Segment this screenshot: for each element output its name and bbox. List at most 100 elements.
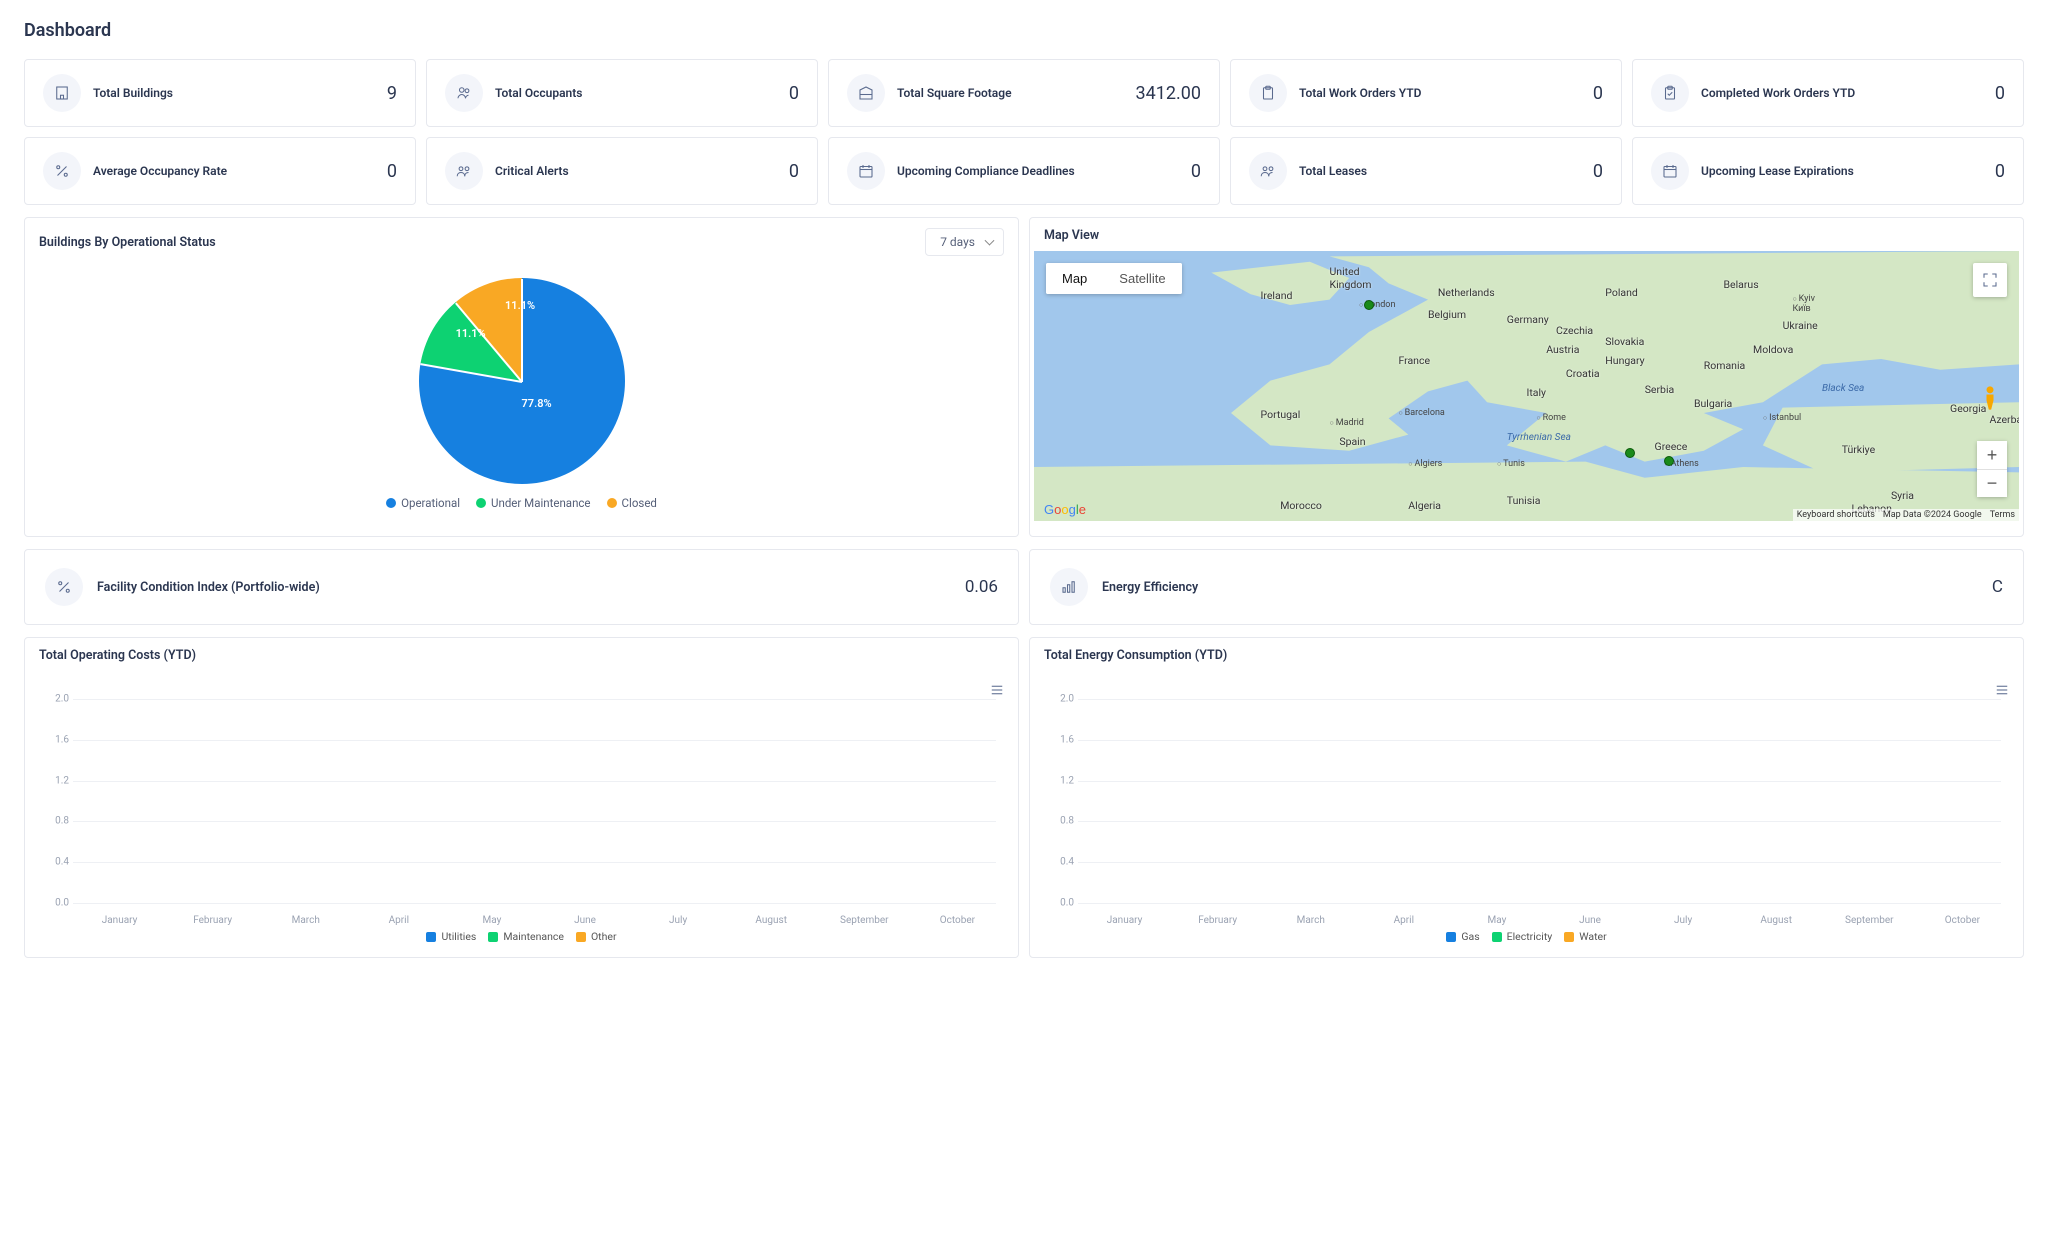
legend-item[interactable]: Operational bbox=[386, 496, 460, 510]
range-select[interactable]: 7 days bbox=[925, 228, 1004, 256]
map-attribution: Map Data ©2024 Google bbox=[1883, 510, 1982, 520]
kpi-label: Total Buildings bbox=[93, 86, 375, 100]
calendar-icon bbox=[847, 152, 885, 190]
panel-operating-costs: Total Operating Costs (YTD) 0.00.40.81.2… bbox=[24, 637, 1019, 958]
legend-item[interactable]: Utilities bbox=[426, 930, 476, 943]
y-tick: 0.8 bbox=[43, 816, 69, 827]
legend-item[interactable]: Maintenance bbox=[488, 930, 564, 943]
kpi-value: 0 bbox=[387, 161, 397, 182]
x-tick: March bbox=[259, 915, 352, 926]
kpi-value: 3412.00 bbox=[1136, 83, 1201, 104]
gauge-icon bbox=[1050, 568, 1088, 606]
kpi-label: Total Work Orders YTD bbox=[1299, 86, 1581, 100]
map-marker[interactable] bbox=[1364, 300, 1374, 310]
x-tick: August bbox=[1730, 915, 1823, 926]
map-view[interactable]: Map Satellite + − IrelandUnitedKingdomNe… bbox=[1034, 251, 2019, 521]
kpi-value: 0 bbox=[1191, 161, 1201, 182]
kpi-label: Critical Alerts bbox=[495, 164, 777, 178]
stat-label: Facility Condition Index (Portfolio-wide… bbox=[97, 580, 951, 595]
legend-item[interactable]: Closed bbox=[607, 496, 657, 510]
kpi-card-work-orders-ytd[interactable]: Total Work Orders YTD0 bbox=[1230, 59, 1622, 127]
kpi-card-lease-expirations[interactable]: Upcoming Lease Expirations 0 bbox=[1632, 137, 2024, 205]
y-tick: 2.0 bbox=[43, 694, 69, 705]
kpi-card-avg-occupancy[interactable]: Average Occupancy Rate0 bbox=[24, 137, 416, 205]
x-tick: September bbox=[1823, 915, 1916, 926]
kpi-card-total-leases[interactable]: Total Leases0 bbox=[1230, 137, 1622, 205]
fullscreen-button[interactable] bbox=[1973, 263, 2007, 297]
calendar-icon bbox=[1651, 152, 1689, 190]
map-type-map[interactable]: Map bbox=[1046, 263, 1103, 294]
panel-title: Buildings By Operational Status bbox=[39, 235, 216, 250]
kpi-value: 0 bbox=[1995, 161, 2005, 182]
streetview-pegman[interactable] bbox=[1973, 381, 2007, 415]
kpi-label: Upcoming Compliance Deadlines bbox=[897, 164, 1179, 178]
x-tick: July bbox=[632, 915, 725, 926]
stat-label: Energy Efficiency bbox=[1102, 580, 1978, 595]
x-tick: January bbox=[73, 915, 166, 926]
panel-energy-efficiency: Energy Efficiency C bbox=[1029, 549, 2024, 625]
chart-legend: Gas Electricity Water bbox=[1044, 930, 2009, 943]
legend-item[interactable]: Gas bbox=[1446, 930, 1479, 943]
map-footer: Keyboard shortcuts Map Data ©2024 Google… bbox=[1793, 509, 2019, 521]
legend-item[interactable]: Other bbox=[576, 930, 617, 943]
kpi-card-total-sqft[interactable]: Total Square Footage3412.00 bbox=[828, 59, 1220, 127]
map-type-switch: Map Satellite bbox=[1046, 263, 1182, 294]
kpi-value: 9 bbox=[387, 83, 397, 104]
panel-energy-consumption: Total Energy Consumption (YTD) 0.00.40.8… bbox=[1029, 637, 2024, 958]
zoom-out-button[interactable]: − bbox=[1977, 469, 2007, 497]
kpi-value: 0 bbox=[1593, 161, 1603, 182]
building-icon bbox=[43, 74, 81, 112]
legend-item[interactable]: Electricity bbox=[1492, 930, 1553, 943]
y-tick: 1.2 bbox=[43, 775, 69, 786]
x-tick: October bbox=[1916, 915, 2009, 926]
kpi-card-critical-alerts[interactable]: Critical Alerts 0 bbox=[426, 137, 818, 205]
kpi-label: Upcoming Lease Expirations bbox=[1701, 164, 1983, 178]
stat-value: C bbox=[1992, 577, 2003, 597]
kpi-card-total-buildings[interactable]: Total Buildings 9 bbox=[24, 59, 416, 127]
x-axis: JanuaryFebruaryMarchAprilMayJuneJulyAugu… bbox=[39, 915, 1004, 926]
kpi-label: Total Occupants bbox=[495, 86, 777, 100]
percent-icon bbox=[43, 152, 81, 190]
panel-fci: Facility Condition Index (Portfolio-wide… bbox=[24, 549, 1019, 625]
group-icon bbox=[1249, 152, 1287, 190]
pie-slice-label: 11.1% bbox=[505, 299, 535, 312]
zoom-in-button[interactable]: + bbox=[1977, 441, 2007, 469]
panel-title: Total Energy Consumption (YTD) bbox=[1044, 648, 1227, 663]
legend-item[interactable]: Water bbox=[1564, 930, 1606, 943]
kpi-card-completed-wo-ytd[interactable]: Completed Work Orders YTD0 bbox=[1632, 59, 2024, 127]
map-terms-link[interactable]: Terms bbox=[1990, 510, 2015, 520]
kpi-card-total-occupants[interactable]: Total Occupants0 bbox=[426, 59, 818, 127]
clipboard-check-icon bbox=[1651, 74, 1689, 112]
clipboard-icon bbox=[1249, 74, 1287, 112]
y-tick: 1.6 bbox=[43, 734, 69, 745]
x-tick: June bbox=[538, 915, 631, 926]
y-tick: 0.0 bbox=[1048, 898, 1074, 909]
panel-map: Map View Map Satellite + − bbox=[1029, 217, 2024, 537]
kpi-label: Completed Work Orders YTD bbox=[1701, 86, 1983, 100]
people-icon bbox=[445, 74, 483, 112]
panel-buildings-status: Buildings By Operational Status 7 days 7… bbox=[24, 217, 1019, 537]
panel-title: Total Operating Costs (YTD) bbox=[39, 648, 196, 663]
kpi-card-compliance[interactable]: Upcoming Compliance Deadlines 0 bbox=[828, 137, 1220, 205]
x-tick: October bbox=[911, 915, 1004, 926]
operating-costs-chart: 0.00.40.81.21.62.0 bbox=[39, 675, 1004, 915]
x-tick: September bbox=[818, 915, 911, 926]
pie-legend: Operational Under Maintenance Closed bbox=[386, 496, 657, 510]
x-tick: March bbox=[1264, 915, 1357, 926]
y-tick: 0.0 bbox=[43, 898, 69, 909]
y-tick: 0.8 bbox=[1048, 816, 1074, 827]
page-title: Dashboard bbox=[24, 20, 2024, 41]
map-type-satellite[interactable]: Satellite bbox=[1103, 263, 1181, 294]
area-icon bbox=[847, 74, 885, 112]
x-tick: February bbox=[1171, 915, 1264, 926]
map-shortcuts-link[interactable]: Keyboard shortcuts bbox=[1797, 510, 1875, 520]
x-axis: JanuaryFebruaryMarchAprilMayJuneJulyAugu… bbox=[1044, 915, 2009, 926]
y-tick: 1.2 bbox=[1048, 775, 1074, 786]
kpi-value: 0 bbox=[789, 161, 799, 182]
zoom-control: + − bbox=[1977, 441, 2007, 497]
x-tick: May bbox=[445, 915, 538, 926]
x-tick: January bbox=[1078, 915, 1171, 926]
x-tick: February bbox=[166, 915, 259, 926]
x-tick: April bbox=[1357, 915, 1450, 926]
legend-item[interactable]: Under Maintenance bbox=[476, 496, 591, 510]
